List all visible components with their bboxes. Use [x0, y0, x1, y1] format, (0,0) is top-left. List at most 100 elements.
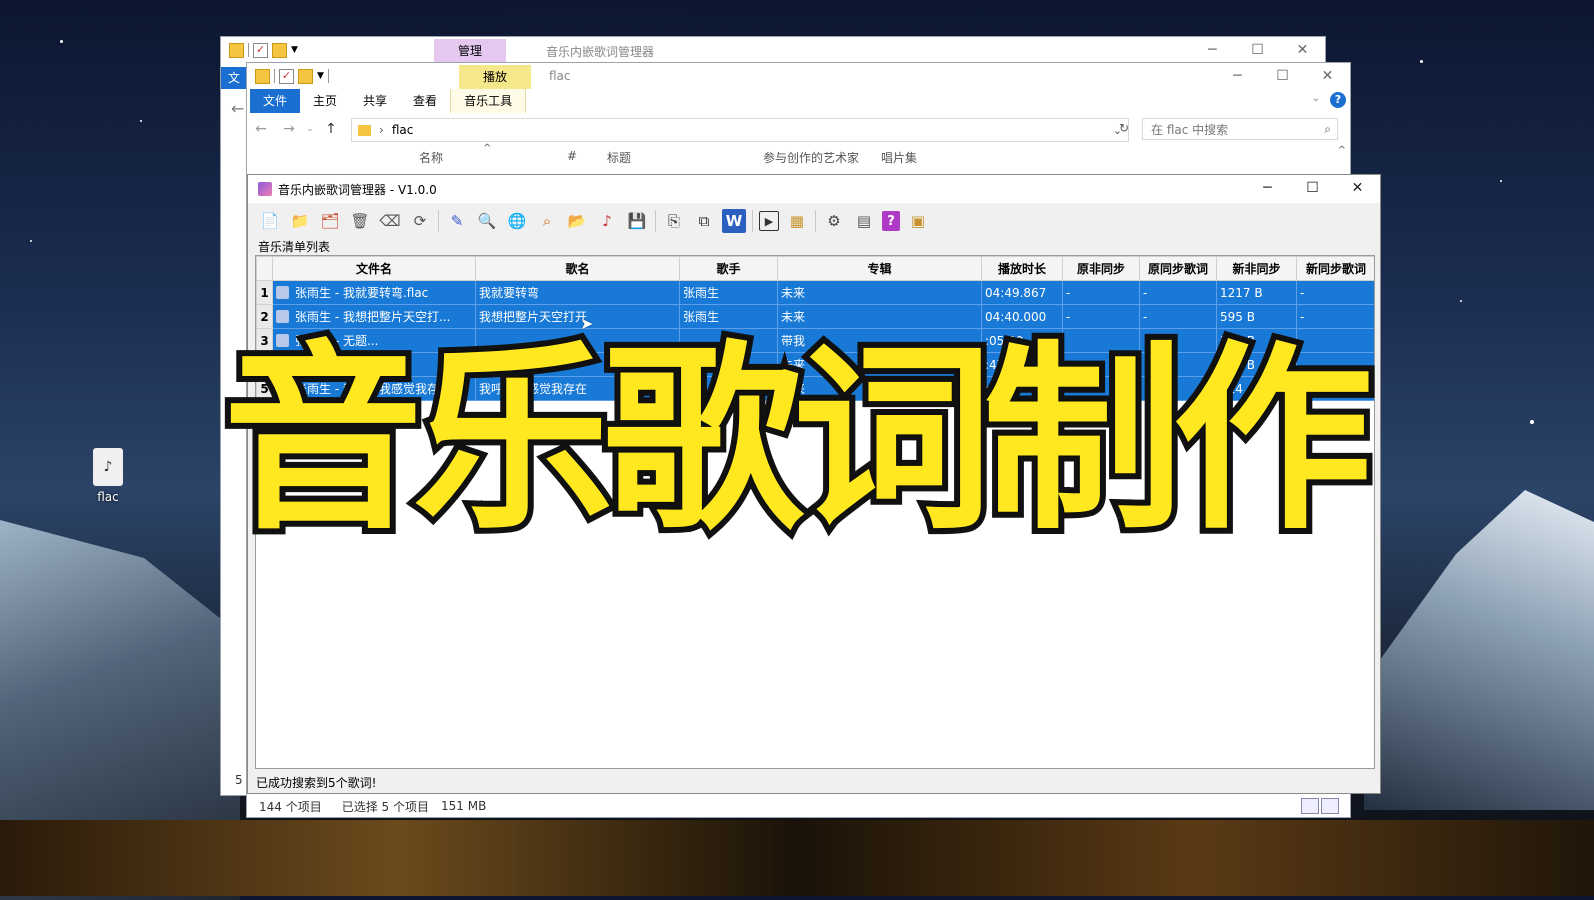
play-icon[interactable]: ▶ — [759, 211, 779, 231]
item-count: 144 个项目 — [259, 799, 322, 814]
toolbar-separator — [752, 210, 753, 232]
settings-icon[interactable]: ⚙ — [822, 209, 846, 233]
maximize-icon[interactable]: ☐ — [1235, 37, 1280, 63]
minimize-icon[interactable]: ─ — [1190, 37, 1235, 63]
dropdown-icon[interactable]: ▼ — [291, 45, 298, 55]
add-files-icon[interactable]: 📄 — [258, 209, 282, 233]
maximize-icon[interactable]: ☐ — [1290, 175, 1335, 201]
edit-tags-icon[interactable]: ✎ — [445, 209, 469, 233]
col-duration[interactable]: 播放时长 — [981, 256, 1063, 281]
explorer-context-tab[interactable]: 播放 — [459, 65, 532, 89]
cell-new-unsynced: 1217 B — [1216, 280, 1297, 305]
col-song-title[interactable]: 歌名 — [475, 256, 680, 281]
cell-orig-unsynced: - — [1062, 280, 1140, 305]
about-icon[interactable]: ▣ — [906, 209, 930, 233]
back-nav-arrow[interactable]: ← — [231, 99, 244, 118]
search-placeholder: 在 flac 中搜索 — [1151, 122, 1229, 137]
copy-icon[interactable]: ⧉ — [692, 209, 716, 233]
app-title: 音乐内嵌歌词管理器 - V1.0.0 — [278, 182, 437, 197]
word-export-icon[interactable]: W — [722, 209, 746, 233]
add-folder-icon[interactable]: 📁 — [288, 209, 312, 233]
col-new-unsynced[interactable]: 新非同步 — [1216, 256, 1297, 281]
tab-view[interactable]: 查看 — [400, 89, 450, 113]
maximize-icon[interactable]: ☐ — [1260, 63, 1305, 89]
back-window-title: 音乐内嵌歌词管理器 — [546, 45, 655, 59]
help-icon[interactable]: ? — [882, 211, 900, 231]
address-bar-row: ← → ⌄ ↑ › flac ⌄ ↻ 在 flac 中搜索 ⌕ — [247, 113, 1350, 145]
close-icon[interactable]: ✕ — [1280, 37, 1325, 63]
tab-share[interactable]: 共享 — [350, 89, 400, 113]
selected-size: 151 MB — [441, 799, 487, 813]
new-folder-icon[interactable] — [272, 42, 287, 58]
cell-album: 未来 — [777, 280, 982, 305]
search-settings-icon[interactable]: ⌕ — [535, 209, 559, 233]
music-app-icon — [258, 182, 272, 196]
refresh-list-icon[interactable]: ⟳ — [408, 209, 432, 233]
col-album[interactable]: 专辑 — [777, 256, 982, 281]
address-input[interactable]: › flac ⌄ — [351, 118, 1129, 142]
folder-icon — [358, 124, 371, 136]
lyric-editor-icon[interactable]: ▦ — [785, 209, 809, 233]
calculator-icon[interactable]: ▤ — [852, 209, 876, 233]
new-folder-icon[interactable] — [298, 68, 313, 84]
help-icon[interactable]: ? — [1330, 92, 1346, 108]
close-icon[interactable]: ✕ — [1305, 63, 1350, 89]
back-titlebar: ✓ ▼ 管理 音乐内嵌歌词管理器 ─ ☐ ✕ — [221, 37, 1325, 63]
back-arrow-icon[interactable]: ← — [247, 121, 275, 137]
cell-new-synced: - — [1296, 280, 1374, 305]
overlay-banner-title: 音乐歌词制作 — [217, 320, 1379, 562]
tab-home[interactable]: 主页 — [300, 89, 350, 113]
folder-icon — [229, 42, 244, 58]
forward-arrow-icon[interactable]: → — [275, 121, 303, 137]
col-artist[interactable]: 歌手 — [679, 256, 778, 281]
toolbar-separator — [438, 210, 439, 232]
embed-lyrics-icon[interactable]: ♪ — [595, 209, 619, 233]
col-new-synced[interactable]: 新同步歌词 — [1296, 256, 1374, 281]
save-icon[interactable]: 💾 — [625, 209, 649, 233]
column-album[interactable]: 唱片集 — [881, 149, 917, 166]
export-icon[interactable]: ⎘ — [662, 209, 686, 233]
online-search-icon[interactable]: 🌐 — [505, 209, 529, 233]
back-context-tab[interactable]: 管理 — [434, 39, 507, 63]
batch-add-icon[interactable]: 🗂 — [318, 209, 342, 233]
open-lyrics-icon[interactable]: 📂 — [565, 209, 589, 233]
col-orig-synced[interactable]: 原同步歌词 — [1139, 256, 1217, 281]
col-orig-unsynced[interactable]: 原非同步 — [1062, 256, 1140, 281]
audio-file-icon — [276, 310, 289, 323]
column-name[interactable]: 名称 — [419, 149, 443, 166]
search-input[interactable]: 在 flac 中搜索 ⌕ — [1142, 118, 1338, 140]
search-lyrics-icon[interactable]: 🔍 — [475, 209, 499, 233]
close-icon[interactable]: ✕ — [1335, 175, 1380, 201]
folder-icon — [255, 68, 270, 84]
grid-header-row: 文件名 歌名 歌手 专辑 播放时长 原非同步 原同步歌词 新非同步 新同步歌词 — [256, 256, 1374, 281]
properties-icon[interactable]: ✓ — [253, 42, 268, 58]
grid-corner — [256, 256, 273, 281]
refresh-icon[interactable]: ↻ — [1119, 121, 1129, 135]
tab-music-tools[interactable]: 音乐工具 — [450, 89, 527, 113]
minimize-icon[interactable]: ─ — [1215, 63, 1260, 89]
clear-icon[interactable]: ⌫ — [378, 209, 402, 233]
column-artist[interactable]: 参与创作的艺术家 — [763, 149, 859, 166]
dropdown-icon[interactable]: ▼ — [317, 71, 324, 81]
file-list-header: 名称 ^ # 标题 参与创作的艺术家 唱片集 ^ — [247, 143, 1350, 167]
properties-icon[interactable]: ✓ — [279, 68, 294, 84]
ribbon-expand-icon[interactable]: ⌄ — [1312, 93, 1320, 104]
minimize-icon[interactable]: ─ — [1245, 175, 1290, 201]
scroll-up-icon[interactable]: ^ — [1338, 145, 1346, 156]
column-title[interactable]: 标题 — [607, 149, 631, 166]
app-toolbar: 📄 📁 🗂 🗑 ⌫ ⟳ ✎ 🔍 🌐 ⌕ 📂 ♪ 💾 ⎘ ⧉ W ▶ ▦ ⚙ ▤ … — [248, 203, 1380, 239]
details-view-icon[interactable] — [1301, 798, 1319, 814]
back-file-tab[interactable]: 文 — [221, 67, 247, 89]
recent-dropdown-icon[interactable]: ⌄ — [303, 124, 317, 134]
address-path: flac — [391, 123, 414, 137]
large-icons-view-icon[interactable] — [1321, 798, 1339, 814]
up-arrow-icon[interactable]: ↑ — [317, 121, 345, 137]
chevron-right-icon: › — [379, 123, 384, 137]
table-row[interactable]: 1 张雨生 - 我就要转弯.flac 我就要转弯 张雨生 未来 04:49.86… — [256, 280, 1374, 305]
delete-icon[interactable]: 🗑 — [348, 209, 372, 233]
tab-file[interactable]: 文件 — [250, 89, 301, 113]
sort-up-icon: ^ — [483, 143, 492, 154]
col-filename[interactable]: 文件名 — [272, 256, 476, 281]
back-item-count: 5 — [235, 773, 243, 787]
column-number[interactable]: # — [567, 149, 577, 163]
